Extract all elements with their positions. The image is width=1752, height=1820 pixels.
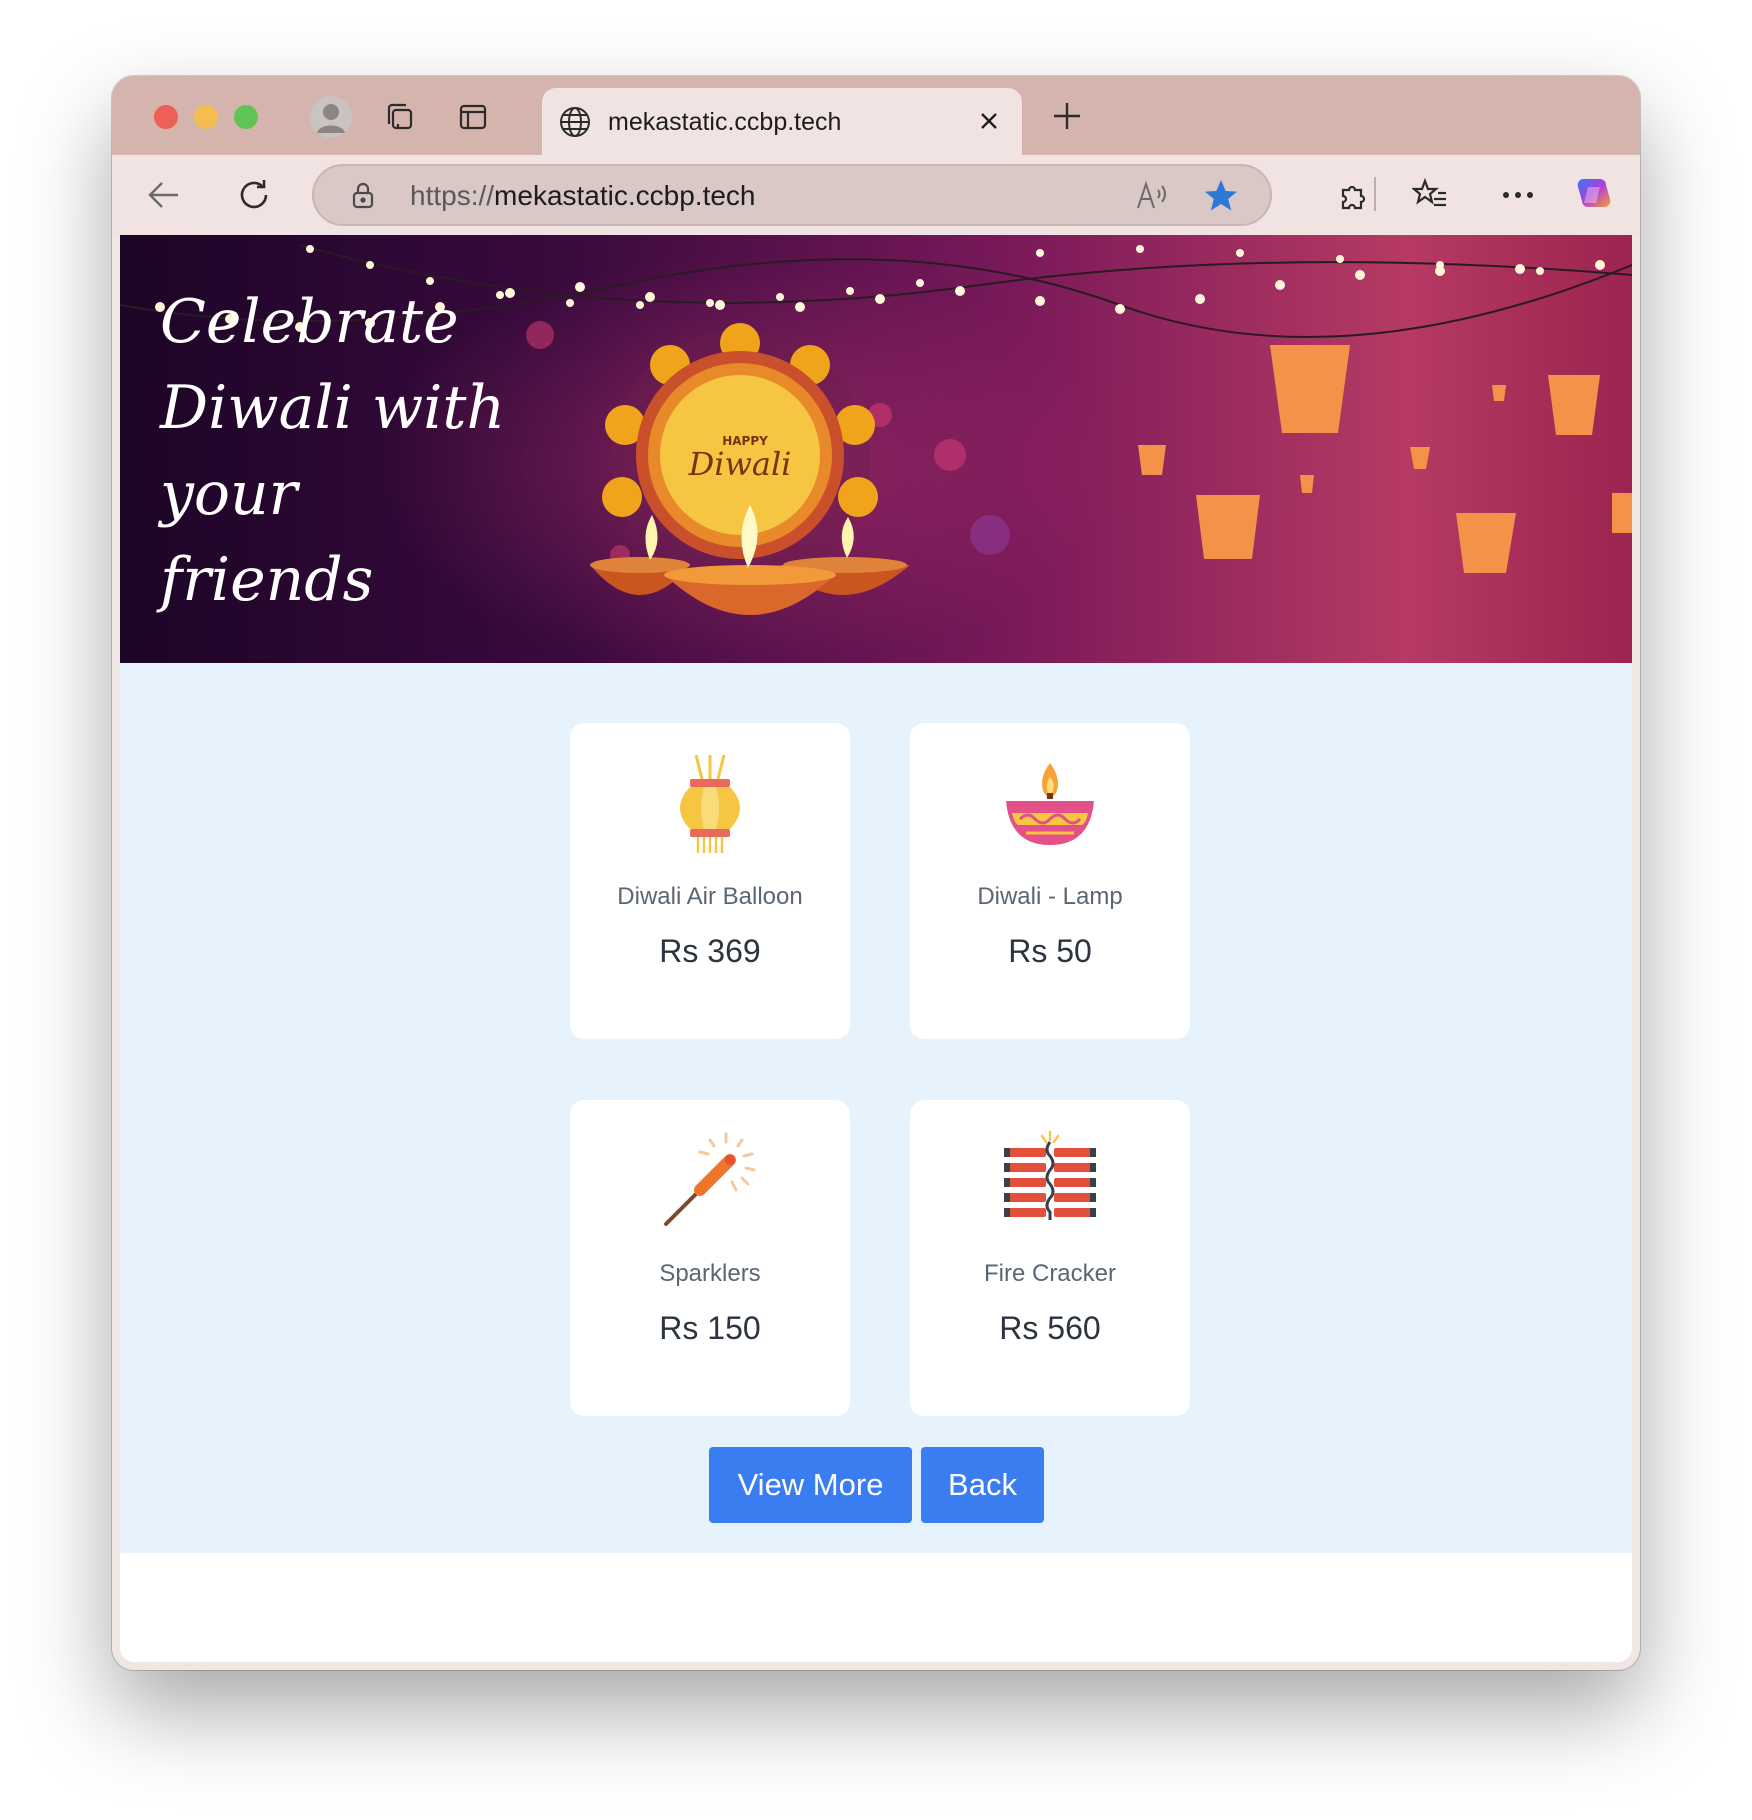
minimize-window-button[interactable]	[194, 105, 218, 129]
favorites-list-icon[interactable]	[1408, 173, 1452, 217]
maximize-window-button[interactable]	[234, 105, 258, 129]
product-name: Diwali - Lamp	[977, 883, 1123, 910]
close-tab-icon[interactable]	[972, 104, 1006, 138]
sparkler-icon	[664, 1132, 756, 1226]
product-price: Rs 50	[1008, 933, 1092, 969]
browser-window: mekastatic.ccbp.tech https://mekastatic.…	[112, 76, 1640, 1670]
profile-avatar-icon[interactable]	[308, 94, 354, 140]
product-name: Fire Cracker	[983, 1260, 1116, 1287]
more-options-icon[interactable]	[1496, 173, 1540, 217]
products-section: Diwali Air Balloon Rs 369 Diwali - Lamp …	[120, 663, 1632, 1553]
product-card[interactable]: Diwali - Lamp Rs 50	[910, 723, 1190, 1039]
product-price: Rs 369	[659, 933, 761, 969]
address-bar[interactable]: https://mekastatic.ccbp.tech	[312, 164, 1272, 226]
view-more-button[interactable]: View More	[709, 1447, 912, 1523]
fire-cracker-icon	[1004, 1130, 1096, 1220]
product-name: Sparklers	[659, 1260, 761, 1287]
product-card[interactable]: Sparklers Rs 150	[570, 1100, 850, 1416]
tab-actions-icon[interactable]	[450, 94, 496, 140]
new-tab-icon[interactable]	[1047, 96, 1087, 136]
workspaces-icon[interactable]	[378, 94, 424, 140]
url-text[interactable]: https://mekastatic.ccbp.tech	[410, 180, 756, 212]
page-viewport: HAPPY Diwali Celebrate Diwali with your …	[120, 235, 1632, 1662]
product-card[interactable]: Diwali Air Balloon Rs 369	[570, 723, 850, 1039]
title-bar: mekastatic.ccbp.tech	[112, 76, 1640, 155]
favorite-star-icon[interactable]	[1202, 177, 1240, 215]
browser-toolbar: https://mekastatic.ccbp.tech	[112, 155, 1640, 235]
read-aloud-icon[interactable]	[1134, 178, 1170, 214]
tab-active[interactable]: mekastatic.ccbp.tech	[542, 88, 1022, 155]
back-button[interactable]: Back	[921, 1447, 1044, 1523]
back-arrow-icon[interactable]	[142, 173, 186, 217]
product-price: Rs 560	[999, 1310, 1101, 1346]
lock-icon[interactable]	[348, 180, 378, 210]
product-price: Rs 150	[659, 1310, 761, 1346]
extensions-puzzle-icon[interactable]	[1332, 173, 1376, 217]
copilot-icon[interactable]	[1572, 173, 1616, 217]
product-name: Diwali Air Balloon	[617, 883, 803, 910]
reload-icon[interactable]	[232, 173, 276, 217]
tab-title: mekastatic.ccbp.tech	[608, 108, 842, 136]
close-window-button[interactable]	[154, 105, 178, 129]
hero-banner: HAPPY Diwali Celebrate Diwali with your …	[120, 235, 1632, 663]
air-balloon-icon	[680, 754, 740, 853]
globe-icon	[560, 107, 590, 137]
hero-badge-big: Diwali	[688, 445, 792, 483]
hero-title: Celebrate Diwali with your friends	[160, 287, 506, 615]
toolbar-divider	[1374, 177, 1376, 211]
diya-lamp-icon	[1006, 763, 1094, 845]
product-card[interactable]: Fire Cracker Rs 560	[910, 1100, 1190, 1416]
